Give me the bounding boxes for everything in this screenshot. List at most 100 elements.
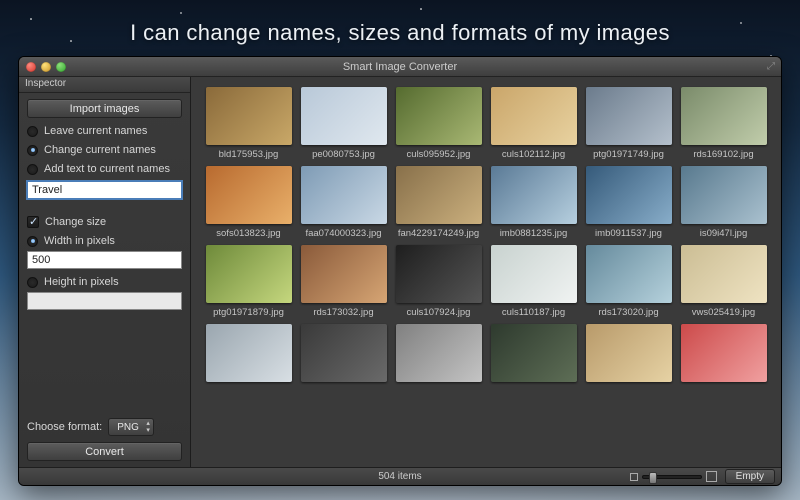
- thumbnail-filename: fan4229174249.jpg: [398, 228, 479, 239]
- radio-label: Add text to current names: [44, 163, 170, 175]
- radio-label: Leave current names: [44, 125, 147, 137]
- thumbnail-image[interactable]: [206, 245, 292, 303]
- thumbnail-image[interactable]: [681, 324, 767, 382]
- thumbnail-cell[interactable]: culs095952.jpg: [393, 87, 484, 160]
- radio-leave-names[interactable]: Leave current names: [27, 125, 182, 137]
- thumbnail-cell[interactable]: rds169102.jpg: [678, 87, 769, 160]
- format-label: Choose format:: [27, 421, 102, 433]
- thumbnail-cell[interactable]: rds173020.jpg: [583, 245, 674, 318]
- thumbnail-filename: pe0080753.jpg: [312, 149, 375, 160]
- thumbnail-size-slider[interactable]: [630, 471, 717, 482]
- radio-icon: [27, 236, 38, 247]
- thumbnail-cell[interactable]: rds173032.jpg: [298, 245, 389, 318]
- thumbnail-image[interactable]: [396, 87, 482, 145]
- inspector-panel: Inspector Import images Leave current na…: [19, 77, 191, 467]
- format-value: PNG: [117, 422, 139, 433]
- thumbnail-image[interactable]: [491, 87, 577, 145]
- thumbnail-cell[interactable]: culs107924.jpg: [393, 245, 484, 318]
- thumbnail-image[interactable]: [206, 166, 292, 224]
- thumbnail-cell[interactable]: sofs013823.jpg: [203, 166, 294, 239]
- close-icon[interactable]: [26, 62, 36, 72]
- thumbnail-image[interactable]: [206, 87, 292, 145]
- empty-button[interactable]: Empty: [725, 469, 775, 484]
- thumbnail-image[interactable]: [301, 245, 387, 303]
- thumbnail-filename: sofs013823.jpg: [216, 228, 280, 239]
- thumbnail-filename: faa074000323.jpg: [305, 228, 381, 239]
- thumbnail-image[interactable]: [206, 324, 292, 382]
- thumbnail-filename: rds173032.jpg: [313, 307, 373, 318]
- thumbnail-image[interactable]: [301, 87, 387, 145]
- thumbnail-image[interactable]: [491, 166, 577, 224]
- thumbnail-image[interactable]: [491, 245, 577, 303]
- thumbnail-cell[interactable]: imb0911537.jpg: [583, 166, 674, 239]
- width-input[interactable]: [27, 251, 182, 269]
- thumbnail-filename: rds169102.jpg: [693, 149, 753, 160]
- thumbnail-filename: is09i47l.jpg: [700, 228, 748, 239]
- thumbnail-cell[interactable]: imb0881235.jpg: [488, 166, 579, 239]
- format-select[interactable]: PNG ▴▾: [108, 418, 154, 436]
- thumbnail-filename: imb0911537.jpg: [595, 228, 662, 239]
- thumbnail-cell[interactable]: faa074000323.jpg: [298, 166, 389, 239]
- thumbnail-grid[interactable]: bld175953.jpg pe0080753.jpg culs095952.jpg…: [191, 77, 781, 467]
- radio-add-text[interactable]: Add text to current names: [27, 163, 182, 175]
- thumbnail-cell[interactable]: [393, 324, 484, 386]
- checkbox-label: Change size: [45, 216, 106, 228]
- slider-track[interactable]: [642, 475, 702, 479]
- thumbnail-cell[interactable]: [583, 324, 674, 386]
- thumbnail-cell[interactable]: ptg01971749.jpg: [583, 87, 674, 160]
- thumbnail-image[interactable]: [681, 87, 767, 145]
- slider-knob[interactable]: [649, 472, 657, 484]
- thumbnail-cell[interactable]: is09i47l.jpg: [678, 166, 769, 239]
- thumbnail-image[interactable]: [586, 166, 672, 224]
- thumbnail-cell[interactable]: [298, 324, 389, 386]
- height-input[interactable]: [27, 292, 182, 310]
- large-thumb-icon: [706, 471, 717, 482]
- thumbnail-image[interactable]: [396, 324, 482, 382]
- thumbnail-cell[interactable]: culs110187.jpg: [488, 245, 579, 318]
- titlebar[interactable]: Smart Image Converter ⤢: [19, 57, 781, 77]
- updown-icon: ▴▾: [146, 420, 150, 434]
- thumbnail-image[interactable]: [396, 166, 482, 224]
- radio-label: Height in pixels: [44, 276, 119, 288]
- thumbnail-image[interactable]: [396, 245, 482, 303]
- minimize-icon[interactable]: [41, 62, 51, 72]
- radio-icon: [27, 277, 38, 288]
- import-images-button[interactable]: Import images: [27, 99, 182, 118]
- fullscreen-icon[interactable]: ⤢: [767, 61, 775, 72]
- name-text-input[interactable]: [27, 181, 182, 199]
- thumbnail-image[interactable]: [491, 324, 577, 382]
- checkbox-change-size[interactable]: Change size: [27, 216, 182, 228]
- convert-button[interactable]: Convert: [27, 442, 182, 461]
- radio-label: Change current names: [44, 144, 156, 156]
- thumbnail-image[interactable]: [586, 245, 672, 303]
- app-window: Smart Image Converter ⤢ Inspector Import…: [18, 56, 782, 486]
- radio-width[interactable]: Width in pixels: [27, 235, 182, 247]
- small-thumb-icon: [630, 473, 638, 481]
- thumbnail-cell[interactable]: vws025419.jpg: [678, 245, 769, 318]
- thumbnail-cell[interactable]: ptg01971879.jpg: [203, 245, 294, 318]
- thumbnail-filename: vws025419.jpg: [692, 307, 755, 318]
- thumbnail-cell[interactable]: [678, 324, 769, 386]
- thumbnail-image[interactable]: [586, 87, 672, 145]
- thumbnail-image[interactable]: [586, 324, 672, 382]
- radio-change-names[interactable]: Change current names: [27, 144, 182, 156]
- zoom-icon[interactable]: [56, 62, 66, 72]
- thumbnail-cell[interactable]: [488, 324, 579, 386]
- thumbnail-image[interactable]: [681, 245, 767, 303]
- thumbnail-filename: bld175953.jpg: [219, 149, 279, 160]
- thumbnail-cell[interactable]: fan4229174249.jpg: [393, 166, 484, 239]
- thumbnail-image[interactable]: [301, 166, 387, 224]
- thumbnail-filename: culs110187.jpg: [502, 307, 565, 318]
- thumbnail-cell[interactable]: pe0080753.jpg: [298, 87, 389, 160]
- thumbnail-image[interactable]: [681, 166, 767, 224]
- thumbnail-cell[interactable]: [203, 324, 294, 386]
- radio-label: Width in pixels: [44, 235, 115, 247]
- thumbnail-cell[interactable]: culs102112.jpg: [488, 87, 579, 160]
- window-title: Smart Image Converter: [19, 61, 781, 73]
- thumbnail-cell[interactable]: bld175953.jpg: [203, 87, 294, 160]
- marketing-headline: I can change names, sizes and formats of…: [0, 20, 800, 46]
- thumbnail-image[interactable]: [301, 324, 387, 382]
- radio-height[interactable]: Height in pixels: [27, 276, 182, 288]
- thumbnail-filename: ptg01971879.jpg: [213, 307, 284, 318]
- radio-icon: [27, 145, 38, 156]
